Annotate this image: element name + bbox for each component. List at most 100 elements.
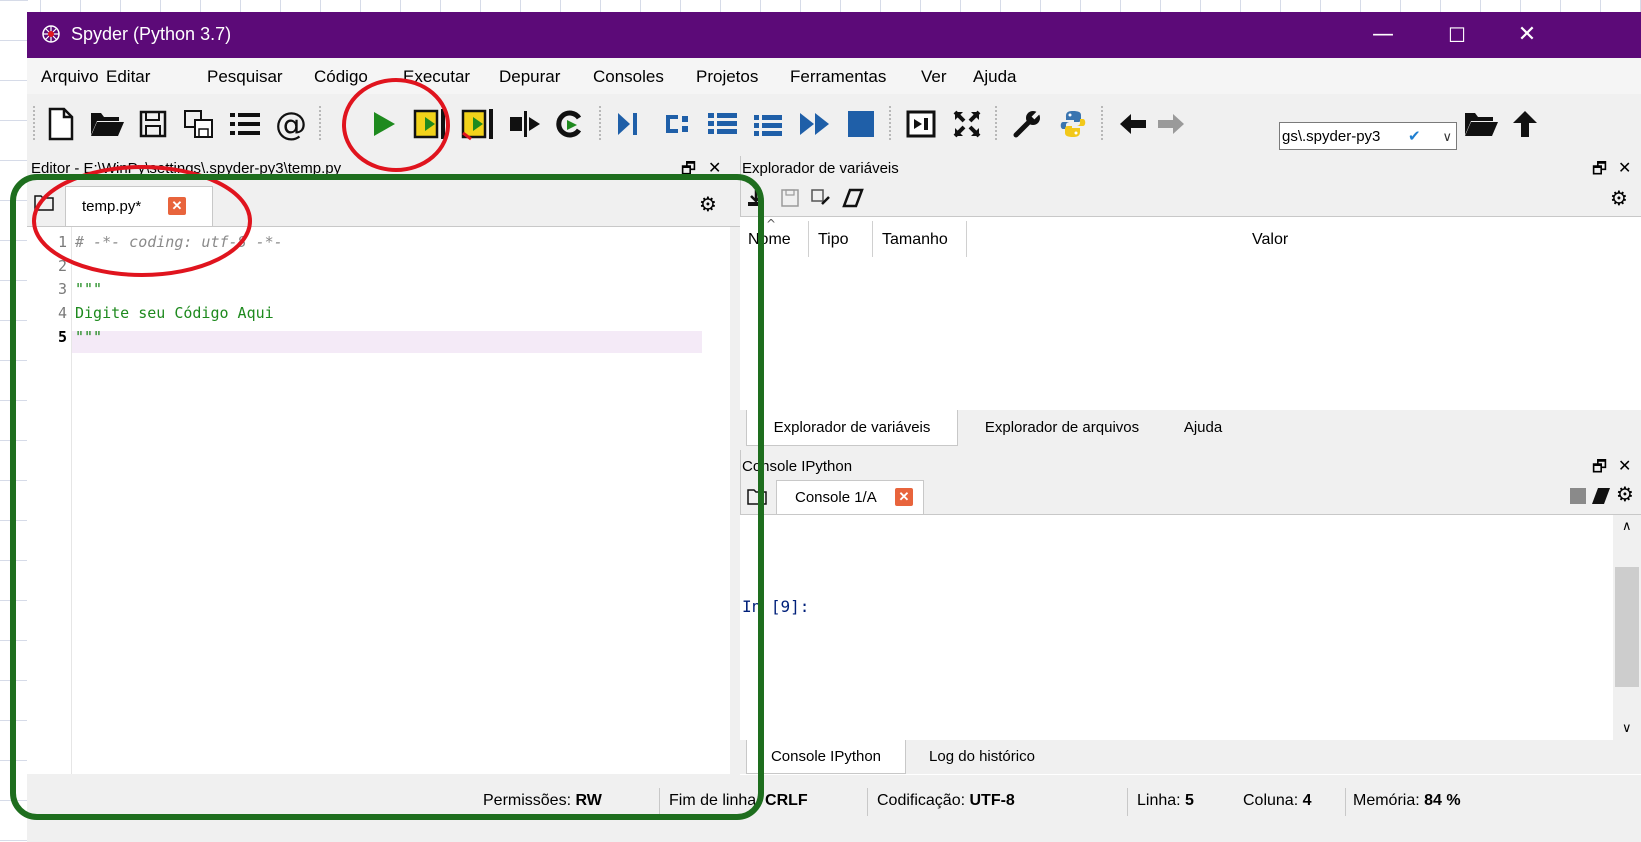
variable-explorer-title: Explorador de variáveis [742, 160, 899, 177]
preferences-icon[interactable] [1007, 104, 1047, 144]
chevron-down-icon[interactable]: ∨ [1442, 123, 1452, 151]
close-tab-icon[interactable]: ✕ [895, 488, 913, 506]
current-line-highlight [72, 331, 702, 353]
close-pane-icon[interactable]: ✕ [1618, 456, 1631, 475]
tab-explorador-arquivos[interactable]: Explorador de arquivos [958, 410, 1166, 446]
tab-log-historico[interactable]: Log do histórico [906, 740, 1058, 774]
menu-projetos[interactable]: Projetos [696, 67, 758, 87]
run-cell-icon[interactable] [411, 104, 451, 144]
save-all-icon[interactable] [179, 104, 219, 144]
menu-editar[interactable]: Editar [106, 67, 150, 87]
menu-arquivo[interactable]: Arquivo [41, 67, 99, 87]
console-scrollbar[interactable]: ∧ ∨ [1613, 515, 1641, 745]
code-editor[interactable]: 1 2 3 4 5 # -*- coding: utf-8 -*- """ Di… [27, 227, 730, 774]
undock-icon[interactable]: 🗗 [1592, 456, 1607, 483]
tab-explorador-variaveis[interactable]: Explorador de variáveis [746, 410, 958, 446]
working-directory-combobox[interactable]: gs\.spyder-py3 ✔ ∨ [1279, 122, 1457, 150]
column-tipo[interactable]: Tipo [818, 231, 849, 249]
import-data-icon[interactable] [746, 188, 766, 212]
check-icon: ✔ [1408, 128, 1421, 145]
outline-list-icon[interactable] [225, 104, 265, 144]
undock-icon[interactable]: 🗗 [1592, 158, 1607, 185]
stop-icon[interactable] [841, 104, 881, 144]
editor-tab-temp[interactable]: temp.py* ✕ [65, 186, 213, 226]
minimize-button[interactable]: — [1363, 20, 1403, 50]
menu-ajuda[interactable]: Ajuda [973, 67, 1016, 87]
console-output[interactable]: In [9]: ∧ ∨ [740, 514, 1641, 775]
browse-folder-icon[interactable] [1461, 104, 1501, 144]
menu-ver[interactable]: Ver [921, 67, 947, 87]
maximize-pane-icon[interactable] [901, 104, 941, 144]
maximize-button[interactable]: ☐ [1437, 20, 1477, 50]
save-icon[interactable] [133, 104, 173, 144]
tab-console-ipython[interactable]: Console IPython [746, 740, 906, 774]
editor-scrollbar[interactable] [730, 227, 740, 774]
line-number: 1 [57, 233, 67, 251]
status-value: CRLF [765, 792, 808, 809]
variable-explorer-toolbar: ⚙ [740, 182, 1641, 216]
fullscreen-icon[interactable] [947, 104, 987, 144]
menu-pesquisar[interactable]: Pesquisar [207, 67, 283, 87]
menu-codigo[interactable]: Código [314, 67, 368, 87]
status-memory: Memória: 84 % [1353, 792, 1461, 810]
status-value: RW [575, 792, 602, 809]
main-toolbar: @ gs\.spyder-py3 ✔ ∨ [27, 94, 1641, 156]
working-directory-value: gs\.spyder-py3 [1282, 128, 1381, 145]
run-selection-icon[interactable] [505, 104, 545, 144]
step-return-icon[interactable] [749, 104, 789, 144]
new-file-icon[interactable] [41, 104, 81, 144]
step-into-icon[interactable] [703, 104, 743, 144]
scroll-down-icon[interactable]: ∨ [1622, 721, 1632, 736]
undock-icon[interactable]: 🗗 [681, 158, 696, 185]
scrollbar-thumb[interactable] [1615, 567, 1639, 687]
rerun-icon[interactable] [549, 104, 589, 144]
at-symbol-icon[interactable]: @ [271, 104, 311, 144]
save-data-as-icon[interactable] [810, 188, 832, 212]
toolbar-separator [33, 106, 35, 142]
variable-table[interactable]: ^ Nome Tipo Tamanho Valor [740, 216, 1641, 411]
variable-explorer-pane: Explorador de variáveis 🗗 ✕ ⚙ ^ Nome Tip… [740, 156, 1641, 450]
console-prompt: In [9]: [742, 597, 810, 616]
menu-consoles[interactable]: Consoles [593, 67, 664, 87]
continue-icon[interactable] [795, 104, 835, 144]
close-pane-icon[interactable]: ✕ [1618, 158, 1631, 177]
gear-icon[interactable]: ⚙ [699, 192, 717, 216]
toolbar-separator [995, 106, 997, 142]
interrupt-kernel-icon[interactable] [1570, 488, 1586, 504]
eraser-icon[interactable] [842, 188, 864, 212]
close-tab-icon[interactable]: ✕ [168, 197, 186, 215]
debug-icon[interactable] [609, 104, 649, 144]
open-folder-icon[interactable] [87, 104, 127, 144]
eraser-icon[interactable] [1590, 486, 1612, 510]
console-tab-1a[interactable]: Console 1/A ✕ [776, 480, 924, 514]
toolbar-separator [599, 106, 601, 142]
back-arrow-icon[interactable] [1113, 104, 1153, 144]
run-icon[interactable] [363, 104, 403, 144]
background-grid-left [0, 0, 28, 842]
close-window-button[interactable]: ✕ [1507, 20, 1547, 50]
browse-tabs-icon[interactable] [33, 192, 55, 218]
forward-arrow-icon[interactable] [1151, 104, 1191, 144]
run-cell-advance-icon[interactable] [459, 104, 499, 144]
editor-tab-strip: temp.py* ✕ ⚙ [27, 182, 740, 227]
browse-tabs-icon[interactable] [746, 486, 768, 512]
menu-executar[interactable]: Executar [403, 67, 470, 87]
menu-ferramentas[interactable]: Ferramentas [790, 67, 886, 87]
parent-dir-icon[interactable] [1505, 104, 1545, 144]
column-valor[interactable]: Valor [1252, 231, 1288, 249]
save-data-icon[interactable] [780, 188, 800, 212]
column-nome[interactable]: Nome [748, 231, 791, 249]
tab-ajuda[interactable]: Ajuda [1166, 410, 1240, 446]
menu-depurar[interactable]: Depurar [499, 67, 560, 87]
toolbar-separator [889, 106, 891, 142]
sort-indicator-icon: ^ [766, 217, 777, 231]
column-tamanho[interactable]: Tamanho [882, 231, 948, 249]
gear-icon[interactable]: ⚙ [1610, 186, 1628, 210]
gear-icon[interactable]: ⚙ [1616, 482, 1634, 506]
scroll-up-icon[interactable]: ∧ [1622, 519, 1632, 534]
console-title: Console IPython [742, 458, 853, 475]
line-number-gutter: 1 2 3 4 5 [27, 227, 72, 774]
step-icon[interactable] [657, 104, 697, 144]
python-path-icon[interactable] [1053, 104, 1093, 144]
close-pane-icon[interactable]: ✕ [708, 158, 721, 177]
